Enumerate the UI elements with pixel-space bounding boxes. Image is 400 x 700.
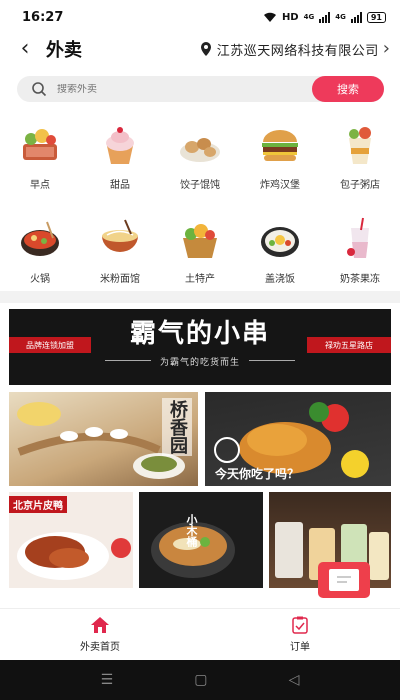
header: ‹ 外卖 江苏巡天网络科技有限公司 ›: [0, 34, 400, 64]
hd-label: HD: [281, 11, 299, 23]
location-text: 江苏巡天网络科技有限公司: [216, 43, 379, 59]
wifi-icon: [263, 12, 276, 22]
tile-caption: 北京片皮鸭: [9, 496, 67, 513]
hotpot-icon: [21, 221, 59, 256]
shop-tile-fried-chicken[interactable]: 今天你吃了吗？: [205, 392, 391, 486]
category-label: 早点: [30, 180, 50, 191]
signal-icon-2: [350, 11, 362, 23]
tile-caption: 小木桶: [185, 514, 198, 547]
net-label-2: 4G: [335, 13, 346, 21]
chevron-right-icon: ›: [382, 38, 390, 59]
produce-basket-icon: [183, 224, 217, 258]
category-buns-porridge[interactable]: 包子粥店: [320, 118, 400, 212]
tab-home-label: 外卖首页: [80, 642, 120, 653]
category-label: 炸鸡汉堡: [260, 180, 300, 191]
home-circle-icon[interactable]: ▢: [194, 672, 207, 688]
status-time: 16:27: [22, 9, 64, 25]
banner-subtitle: 为霸气的吃货而生: [159, 358, 240, 368]
signal-icon: [319, 11, 331, 23]
category-label: 甜品: [110, 180, 130, 191]
category-fried-chicken-burger[interactable]: 炸鸡汉堡: [240, 118, 320, 212]
category-breakfast[interactable]: 早点: [0, 118, 80, 212]
category-label: 奶茶果冻: [340, 274, 380, 285]
back-button[interactable]: ‹: [12, 36, 38, 62]
cart-button[interactable]: [318, 562, 370, 598]
category-label: 包子粥店: [340, 180, 380, 191]
noodle-bowl-icon: [102, 219, 138, 252]
tab-orders[interactable]: 订单: [200, 609, 400, 660]
battery-icon: 91: [366, 11, 386, 23]
location-pin-icon: [200, 42, 211, 56]
search-icon: [32, 82, 47, 97]
home-icon: [91, 617, 109, 633]
shop-tile-noodle-soup[interactable]: 小木桶: [139, 492, 263, 588]
status-icons: HD 4G 4G 91: [263, 11, 386, 23]
tab-orders-label: 订单: [290, 642, 310, 653]
system-nav-bar: ☰ ▢ ◁: [0, 660, 400, 700]
bun-porridge-icon: [349, 127, 371, 164]
receipt-icon: [337, 576, 351, 583]
breakfast-basket-icon: [23, 129, 57, 160]
tile-caption: 桥香园: [162, 398, 192, 456]
category-label: 饺子馄饨: [180, 180, 220, 191]
shop-tile-bridge-noodle[interactable]: 桥香园: [9, 392, 198, 486]
location-selector[interactable]: 江苏巡天网络科技有限公司 ›: [199, 40, 390, 59]
net-label-1: 4G: [303, 13, 315, 21]
category-dessert[interactable]: 甜品: [80, 118, 160, 212]
cart-icon: [329, 569, 359, 591]
banner-left-tag: 品牌连锁加盟: [9, 337, 91, 353]
category-dumplings[interactable]: 饺子馄饨: [160, 118, 240, 212]
category-label: 米粉面馆: [100, 274, 140, 285]
promo-banner[interactable]: 品牌连锁加盟 霸气的小串 为霸气的吃货而生 禄劝五星路店: [9, 309, 391, 385]
menu-icon[interactable]: ☰: [101, 672, 114, 688]
search-bar: 搜索: [17, 76, 384, 102]
tab-home[interactable]: 外卖首页: [0, 609, 200, 660]
category-label: 盖浇饭: [265, 274, 295, 285]
cupcake-icon: [106, 127, 134, 164]
tile-caption: 今天你吃了吗？: [215, 467, 300, 481]
milk-tea-icon: [347, 217, 369, 258]
banner-title: 霸气的小串: [129, 319, 270, 349]
category-label: 火锅: [30, 274, 50, 285]
burger-icon: [262, 130, 298, 161]
shop-tile-roast-duck[interactable]: 北京片皮鸭: [9, 492, 133, 588]
category-label: 土特产: [185, 274, 215, 285]
rice-pan-icon: [261, 227, 299, 257]
bottom-nav: 外卖首页 订单: [0, 608, 400, 660]
clipboard-check-icon: [292, 616, 308, 634]
search-input[interactable]: [57, 83, 297, 95]
section-divider: [0, 291, 400, 303]
dumpling-plate-icon: [180, 138, 220, 162]
back-triangle-icon[interactable]: ◁: [289, 672, 300, 688]
search-button[interactable]: 搜索: [312, 76, 384, 102]
page-title: 外卖: [46, 40, 82, 61]
status-bar: 16:27 HD 4G 4G 91: [0, 0, 400, 34]
banner-right-tag: 禄劝五星路店: [307, 337, 391, 353]
category-grid: 早点 甜品 饺子馄饨 炸鸡汉堡 包子粥店 火锅 米粉面馆 土特产 盖浇饭 奶茶果…: [0, 118, 400, 306]
noodle-soup-image: [151, 522, 235, 578]
